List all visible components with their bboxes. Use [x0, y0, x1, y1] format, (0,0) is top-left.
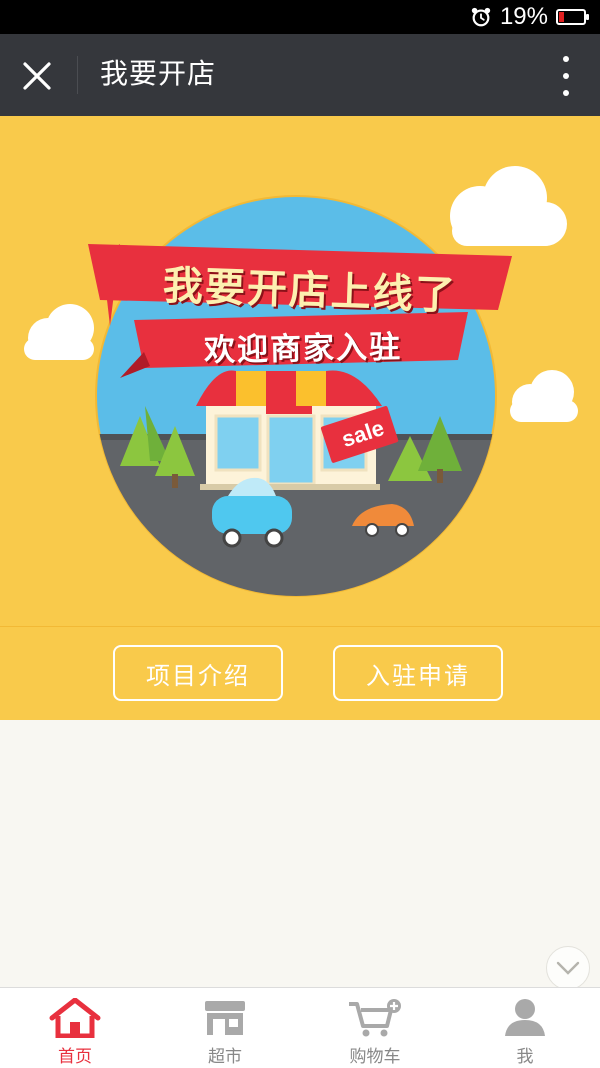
battery-icon [556, 9, 589, 25]
project-intro-button[interactable]: 项目介绍 [113, 645, 283, 701]
title-bar: 我要开店 [0, 34, 600, 116]
banner-divider [0, 626, 600, 627]
battery-level [559, 12, 564, 22]
tab-me[interactable]: 我 [450, 988, 600, 1068]
tab-supermarket[interactable]: 超市 [150, 988, 300, 1068]
more-dot-icon [563, 73, 569, 79]
page-title: 我要开店 [100, 57, 217, 90]
tab-cart[interactable]: 购物车 [300, 988, 450, 1068]
title-divider [77, 56, 78, 94]
user-icon [505, 999, 545, 1036]
more-dot-icon [563, 56, 569, 62]
close-icon [23, 62, 51, 90]
banner-illustration [24, 166, 578, 597]
home-icon [49, 998, 101, 1038]
open-store-banner: 我要开店上线了 欢迎商家入驻 sale 项目介绍 入驻申请 [0, 116, 600, 720]
battery-percentage: 19% [499, 3, 548, 30]
tab-label: 超市 [208, 1047, 242, 1067]
more-dot-icon [563, 90, 569, 96]
tab-label: 我 [516, 1047, 534, 1067]
more-options-button[interactable] [556, 56, 576, 96]
cloud-icon [450, 166, 567, 246]
chevron-down-icon [556, 961, 580, 975]
tab-home[interactable]: 首页 [0, 988, 150, 1068]
banner-subheadline: 欢迎商家入驻 [203, 329, 403, 369]
store-icon [205, 1001, 245, 1035]
status-indicators: 19% [470, 0, 589, 34]
tab-label: 首页 [58, 1047, 92, 1067]
cart-icon [349, 999, 401, 1037]
cloud-icon [510, 370, 578, 422]
tab-label: 购物车 [349, 1047, 401, 1067]
scroll-button[interactable] [546, 946, 590, 990]
alarm-icon [471, 7, 491, 27]
cloud-icon [24, 304, 94, 360]
apply-join-button[interactable]: 入驻申请 [333, 645, 503, 701]
close-button[interactable] [12, 54, 62, 98]
bottom-tab-bar: 首页 超市 购物车 我 [0, 987, 600, 1068]
status-bar: 19% [0, 0, 600, 34]
